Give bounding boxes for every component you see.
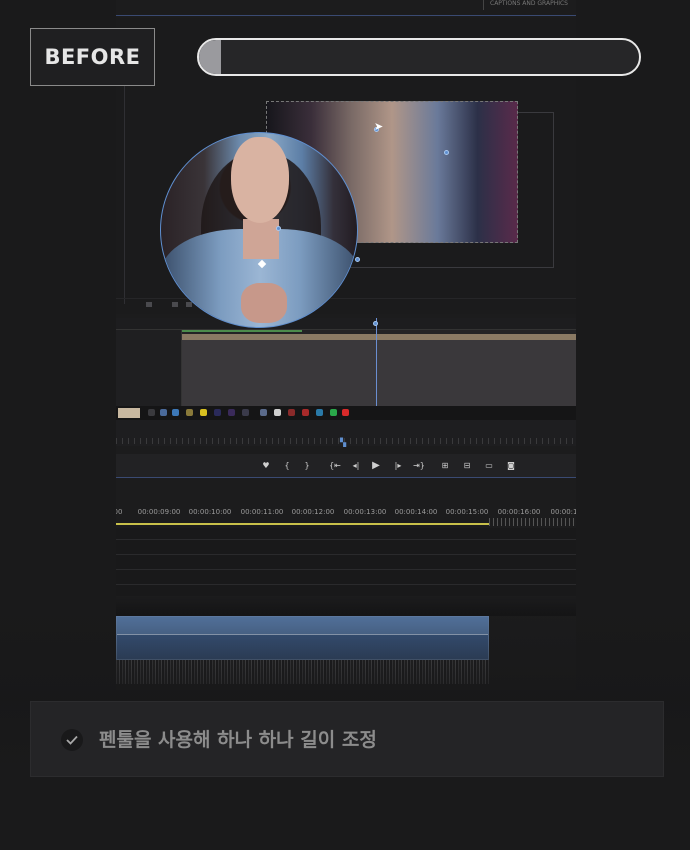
workspace-bar: CAPTIONS AND GRAPHICS (116, 0, 576, 16)
app-icon[interactable] (242, 409, 249, 416)
insert-icon[interactable]: ⊞ (438, 459, 452, 473)
step-back-icon[interactable]: ◂| (350, 459, 362, 473)
timecode-label: 00 (116, 508, 123, 516)
panel-tab-captions[interactable]: CAPTIONS AND GRAPHICS (483, 0, 568, 10)
timecode-label: 00:00:10:00 (188, 508, 232, 516)
taskbar (116, 406, 576, 420)
app-icon[interactable] (302, 409, 309, 416)
mask-vertex[interactable] (373, 321, 378, 326)
timecode-label: 00:00:09:00 (137, 508, 181, 516)
app-icon[interactable] (186, 409, 193, 416)
app-icon[interactable] (200, 409, 207, 416)
check-icon (61, 729, 83, 751)
app-icon[interactable] (274, 409, 281, 416)
mask-vertex[interactable] (444, 150, 449, 155)
play-icon[interactable]: ▶ (370, 459, 382, 473)
file-icon[interactable] (148, 409, 155, 416)
render-bar (182, 330, 302, 332)
pen-cursor-icon: ➤ (374, 120, 384, 133)
mask-vertex[interactable] (355, 257, 360, 262)
step-forward-icon[interactable]: |▸ (392, 459, 404, 473)
after-effects-icon[interactable] (228, 409, 235, 416)
go-to-in-icon[interactable]: {⇤ (328, 459, 342, 473)
out-point-icon[interactable]: } (302, 459, 312, 473)
track-divider (116, 569, 576, 570)
timecode-label: 00:00:1 (550, 508, 577, 516)
folder-icon[interactable] (160, 409, 167, 416)
caption-box: 펜툴을 사용해 하나 하나 길이 조정 (30, 701, 664, 777)
clip-thumbnail[interactable] (118, 408, 140, 418)
timecode-label: 00:00:16:00 (497, 508, 541, 516)
ruler-ticks (489, 518, 576, 526)
face-shape (231, 137, 289, 223)
caption-text: 펜툴을 사용해 하나 하나 길이 조정 (99, 729, 377, 751)
sequence-tracks[interactable] (116, 528, 576, 600)
progress-fill (199, 40, 221, 74)
layer-duration-bar[interactable] (182, 334, 576, 340)
in-point-icon[interactable]: { (282, 459, 292, 473)
mask-vertex[interactable] (276, 226, 281, 231)
track-divider (116, 554, 576, 555)
hand-shape (241, 283, 287, 323)
neck-shape (243, 219, 279, 259)
timecode-label: 00:00:11:00 (240, 508, 284, 516)
transport-controls: ♥ { } {⇤ ◂| ▶ |▸ ⇥} ⊞ ⊟ ▭ ◙ (116, 454, 576, 478)
marker-icon[interactable]: ♥ (260, 459, 272, 473)
camera-icon[interactable]: ◙ (504, 459, 518, 473)
timecode-label: 00:00:13:00 (343, 508, 387, 516)
app-icon[interactable] (330, 409, 337, 416)
app-icon[interactable] (288, 409, 295, 416)
app-icon[interactable] (342, 409, 349, 416)
work-area-bar[interactable] (116, 523, 489, 525)
go-to-out-icon[interactable]: ⇥} (412, 459, 426, 473)
track-divider (116, 539, 576, 540)
editor-screenshot: CAPTIONS AND GRAPHICS ▚ ♥ {} {⇤ ◂| ▶ |▸… (116, 0, 576, 690)
timecode-label: 00:00:15:00 (445, 508, 489, 516)
app-icon[interactable] (316, 409, 323, 416)
timecode-label: 00:00:12:00 (291, 508, 335, 516)
layer-timeline (116, 318, 576, 406)
layer-track-area[interactable] (182, 340, 576, 406)
timecode-label: 00:00:14:00 (394, 508, 438, 516)
app-icon[interactable] (172, 409, 179, 416)
layer-list[interactable] (116, 330, 182, 406)
premiere-icon[interactable] (214, 409, 221, 416)
progress-track[interactable] (197, 38, 641, 76)
before-badge: BEFORE (30, 28, 155, 86)
zoom-icon[interactable] (146, 302, 152, 307)
panel-divider (124, 54, 125, 304)
mask-preview[interactable] (160, 132, 358, 328)
timeline-playhead[interactable] (376, 318, 377, 406)
export-frame-icon[interactable]: ▭ (482, 459, 496, 473)
overwrite-icon[interactable]: ⊟ (460, 459, 474, 473)
app-icon[interactable] (260, 409, 267, 416)
track-divider (116, 584, 576, 585)
playhead-marker[interactable]: ▚ (340, 438, 346, 447)
